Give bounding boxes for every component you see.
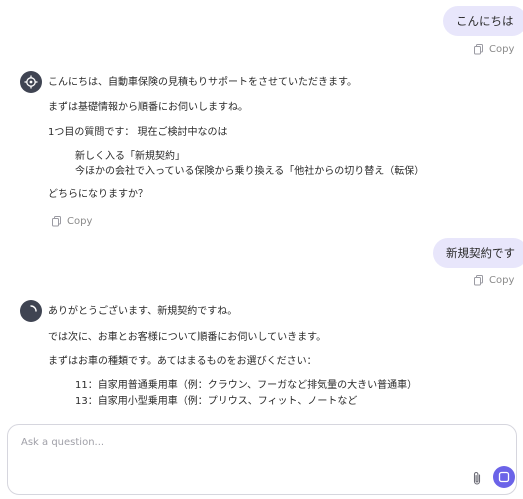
assistant-text-line: ありがとうございます、新規契約ですね。 (48, 306, 238, 317)
assistant-text-line: こんにちは、自動車保険の見積もりサポートをさせていただきます。 (48, 77, 357, 88)
copy-icon (474, 275, 483, 286)
assistant-avatar (20, 71, 42, 93)
target-icon (24, 75, 38, 89)
chat-page: こんにちは Copy こんにちは、自動車保険の見積もりサポートをさせていただきま… (0, 0, 523, 499)
paperclip-icon (473, 471, 481, 485)
copy-label: Copy (489, 44, 515, 55)
user-message-text: 新規契約です (446, 246, 515, 260)
assistant-text-line: では次に、お車とお客様について順番にお伺いしていきます。 (48, 332, 327, 343)
copy-button[interactable]: Copy (52, 216, 92, 227)
question-input[interactable] (21, 433, 461, 451)
assistant-text-line: まずは基礎情報から順番にお伺いしますね。 (48, 102, 248, 113)
copy-label: Copy (67, 216, 93, 227)
assistant-text-line: 1つ目の質問です： 現在ご検討中なのは (48, 127, 228, 138)
copy-icon (474, 44, 483, 55)
user-message-bubble: 新規契約です (433, 238, 523, 268)
assistant-option-line: 新しく入る「新規契約」 (75, 151, 185, 162)
user-message-bubble: こんにちは (443, 6, 523, 36)
assistant-text-line: どちらになりますか？ (48, 189, 148, 200)
message-composer (7, 424, 517, 495)
copy-icon (52, 216, 61, 227)
copy-button[interactable]: Copy (474, 275, 514, 286)
assistant-option-line: 今ほかの会社で入っている保険から乗り換える「他社からの切り替え（転保） (75, 166, 425, 177)
attach-button[interactable] (470, 470, 484, 486)
spinner-icon (30, 305, 37, 312)
assistant-text-line: まずはお車の種類です。あてはまるものをお選びください： (48, 356, 317, 367)
stop-button[interactable] (493, 466, 515, 488)
copy-button[interactable]: Copy (474, 44, 514, 55)
copy-label: Copy (489, 275, 515, 286)
assistant-option-line: 11：自家用普通乗用車（例：クラウン、フーガなど排気量の大きい普通車） (75, 380, 418, 391)
user-message-text: こんにちは (456, 14, 514, 28)
assistant-avatar (20, 300, 42, 322)
stop-icon (498, 471, 510, 483)
assistant-option-line: 13：自家用小型乗用車（例：プリウス、フィット、ノートなど (75, 396, 358, 407)
